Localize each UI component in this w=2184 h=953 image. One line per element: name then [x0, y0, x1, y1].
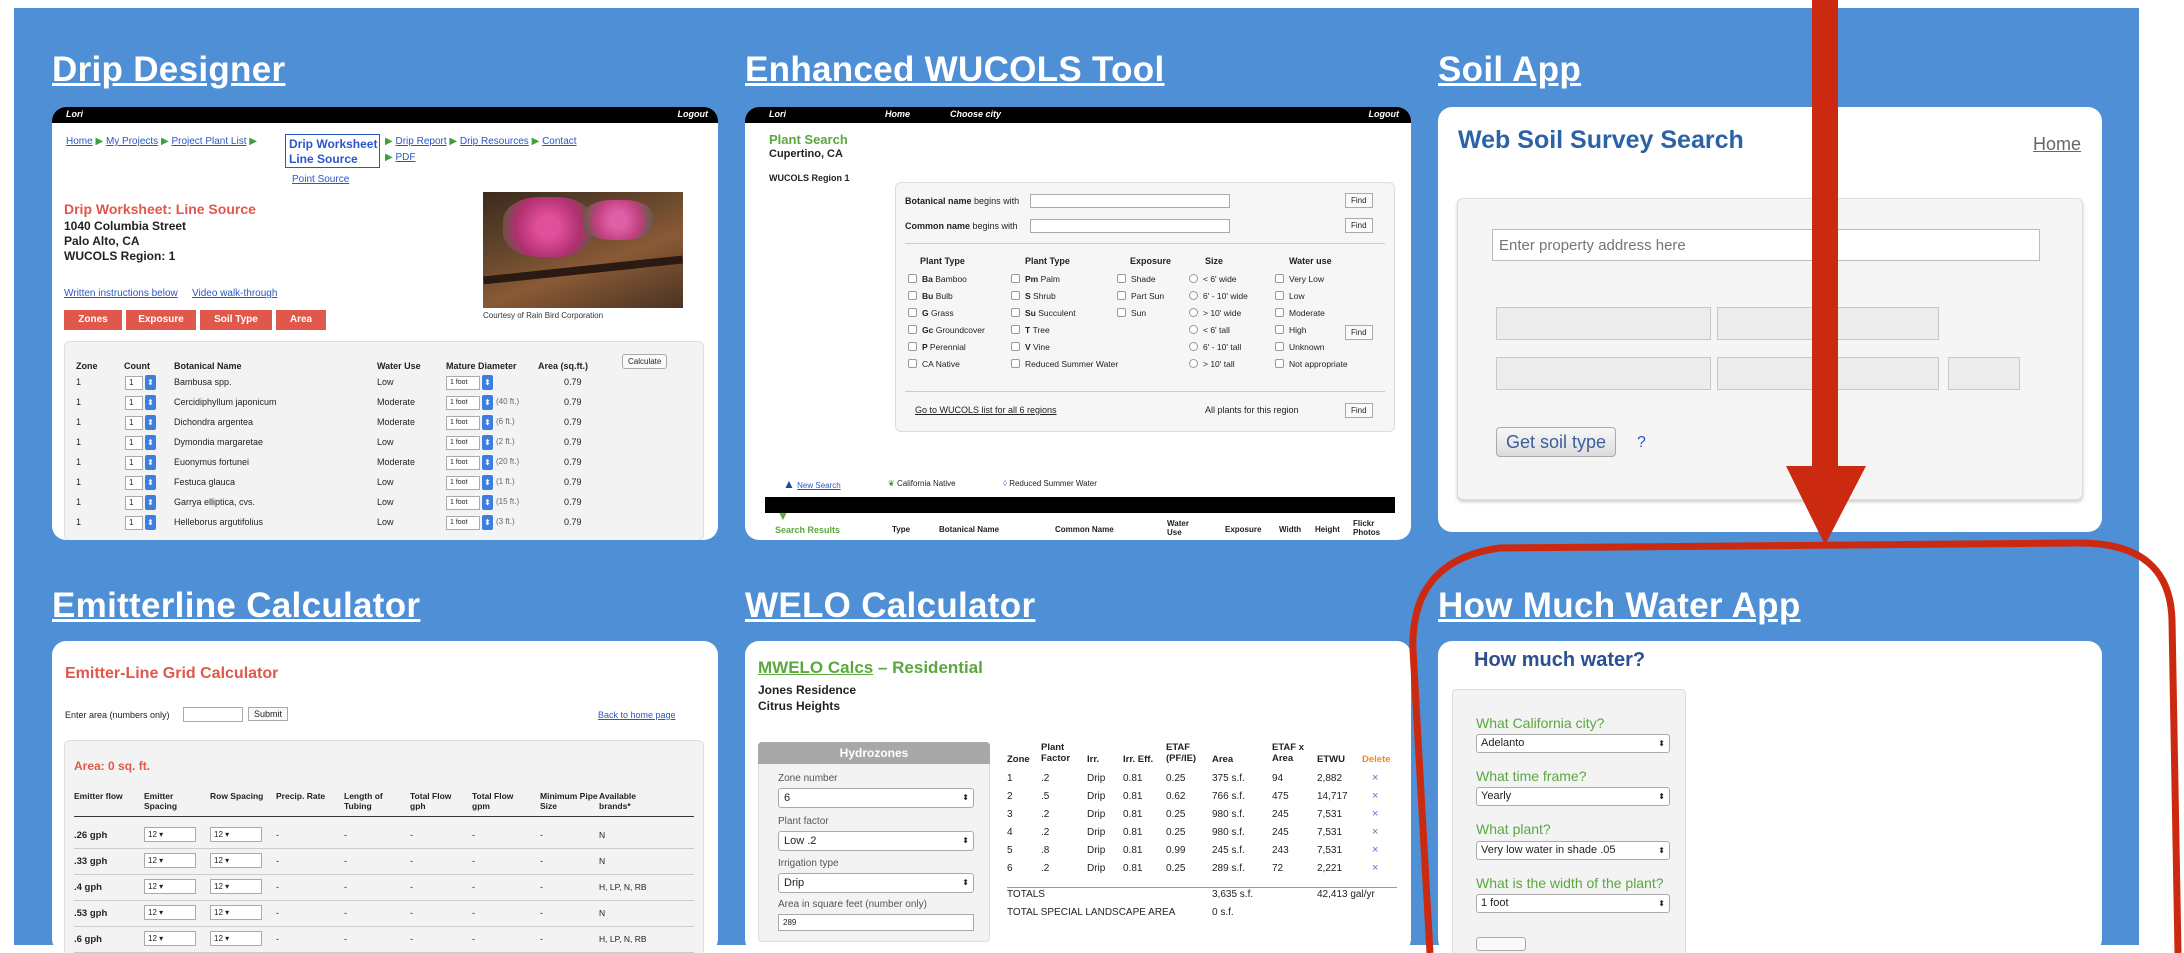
arrow-head-icon: [1786, 466, 1866, 545]
red-annotation-overlay: [1409, 0, 2182, 953]
highlight-outline: [1409, 539, 2182, 953]
arrow-shaft: [1812, 0, 1838, 470]
